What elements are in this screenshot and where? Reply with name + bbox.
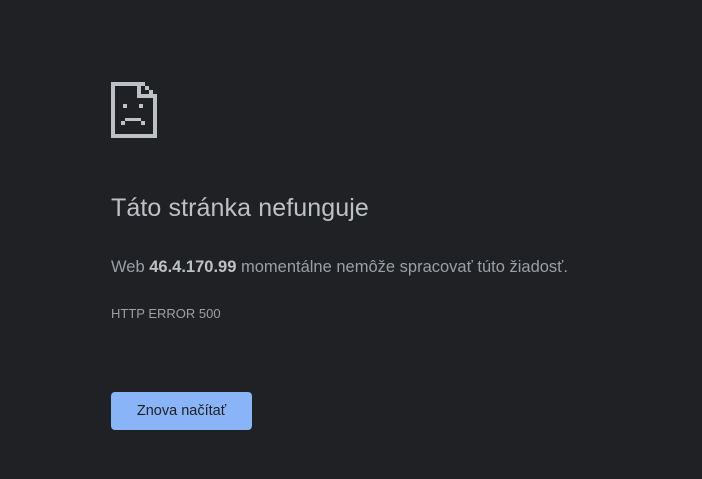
page-title: Táto stránka nefunguje <box>111 194 369 222</box>
message-prefix: Web <box>111 258 150 276</box>
reload-button[interactable]: Znova načítať <box>111 392 252 430</box>
error-page-content: Táto stránka nefunguje Web 46.4.170.99 m… <box>111 82 671 430</box>
error-host: 46.4.170.99 <box>149 258 237 276</box>
error-message: Web 46.4.170.99 momentálne nemôže spraco… <box>111 258 568 277</box>
error-code: HTTP ERROR 500 <box>111 306 221 321</box>
sad-document-icon <box>111 82 157 138</box>
message-suffix: momentálne nemôže spracovať túto žiadosť… <box>236 258 568 276</box>
